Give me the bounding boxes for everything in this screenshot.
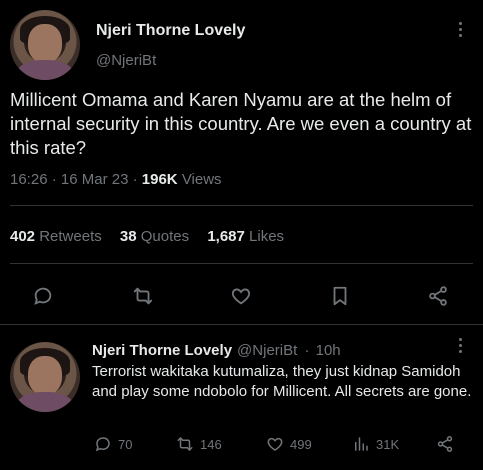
reply-avatar[interactable]: [10, 342, 80, 412]
likes-stat[interactable]: 1,687 Likes: [207, 228, 298, 245]
reply-views-button[interactable]: 31K: [352, 432, 399, 456]
more-icon[interactable]: [452, 22, 470, 42]
avatar-shoulders: [17, 60, 73, 80]
likes-label: Likes: [249, 228, 285, 245]
divider: [10, 263, 473, 264]
divider: [0, 324, 483, 325]
retweet-icon[interactable]: [130, 284, 156, 308]
quotes-label: Quotes: [140, 228, 190, 245]
reply-display-name[interactable]: Njeri Thorne Lovely: [92, 342, 232, 359]
views-icon: [355, 437, 368, 451]
reply-handle[interactable]: @NjeriBt: [237, 342, 297, 359]
more-icon[interactable]: [452, 338, 470, 358]
reply-action-bar: 70 146 499 31K: [92, 432, 472, 456]
meta-separator: ·: [132, 171, 138, 188]
tweet-text: Millicent Omama and Karen Nyamu are at t…: [10, 89, 472, 158]
avatar-face: [28, 24, 62, 64]
author-display-name[interactable]: Njeri Thorne Lovely: [96, 22, 245, 40]
retweets-label: Retweets: [39, 228, 102, 245]
main-tweet: Njeri Thorne Lovely @NjeriBt Millicent O…: [0, 0, 483, 332]
tweet-meta: 16:26 · 16 Mar 23 · 196K Views: [10, 171, 222, 188]
like-icon: [267, 437, 283, 451]
engagement-stats: 402 Retweets 38 Quotes 1,687 Likes: [10, 228, 298, 245]
retweet-icon: [177, 437, 193, 451]
retweets-count: 402: [10, 228, 36, 245]
avatar[interactable]: [10, 10, 80, 80]
reply-retweets-count: 146: [200, 436, 222, 452]
share-icon[interactable]: [436, 432, 454, 456]
quotes-stat[interactable]: 38 Quotes: [120, 228, 203, 245]
reply-icon[interactable]: [30, 284, 56, 308]
action-bar: [10, 276, 473, 316]
views-label: Views: [181, 171, 222, 188]
reply-separator: ·: [304, 342, 310, 359]
quotes-count: 38: [119, 228, 137, 245]
bookmark-icon[interactable]: [327, 284, 353, 308]
reply-retweets-button[interactable]: 146: [176, 432, 222, 456]
reply-age[interactable]: 10h: [316, 342, 341, 359]
meta-separator: ·: [51, 171, 57, 188]
avatar-face: [28, 356, 62, 396]
views-count: 196K: [141, 171, 178, 188]
likes-count: 1,687: [207, 228, 245, 245]
divider: [10, 205, 473, 206]
reply-icon: [95, 437, 110, 452]
reply-views-count: 31K: [376, 436, 400, 452]
share-icon[interactable]: [425, 284, 451, 308]
reply-likes-button[interactable]: 499: [266, 432, 312, 456]
avatar-shoulders: [17, 392, 73, 412]
author-handle[interactable]: @NjeriBt: [96, 52, 156, 69]
reply-text: Terrorist wakitaka kutumaliza, they just…: [92, 363, 472, 400]
reply-replies-count: 70: [118, 436, 133, 452]
reply-likes-count: 499: [290, 436, 312, 452]
reply-header: Njeri Thorne Lovely @NjeriBt · 10h: [92, 342, 341, 359]
reply-replies-button[interactable]: 70: [94, 432, 132, 456]
retweets-stat[interactable]: 402 Retweets: [10, 228, 116, 245]
tweet-date[interactable]: 16 Mar 23: [61, 171, 129, 188]
tweet-time[interactable]: 16:26: [10, 171, 48, 188]
like-icon[interactable]: [228, 284, 254, 308]
